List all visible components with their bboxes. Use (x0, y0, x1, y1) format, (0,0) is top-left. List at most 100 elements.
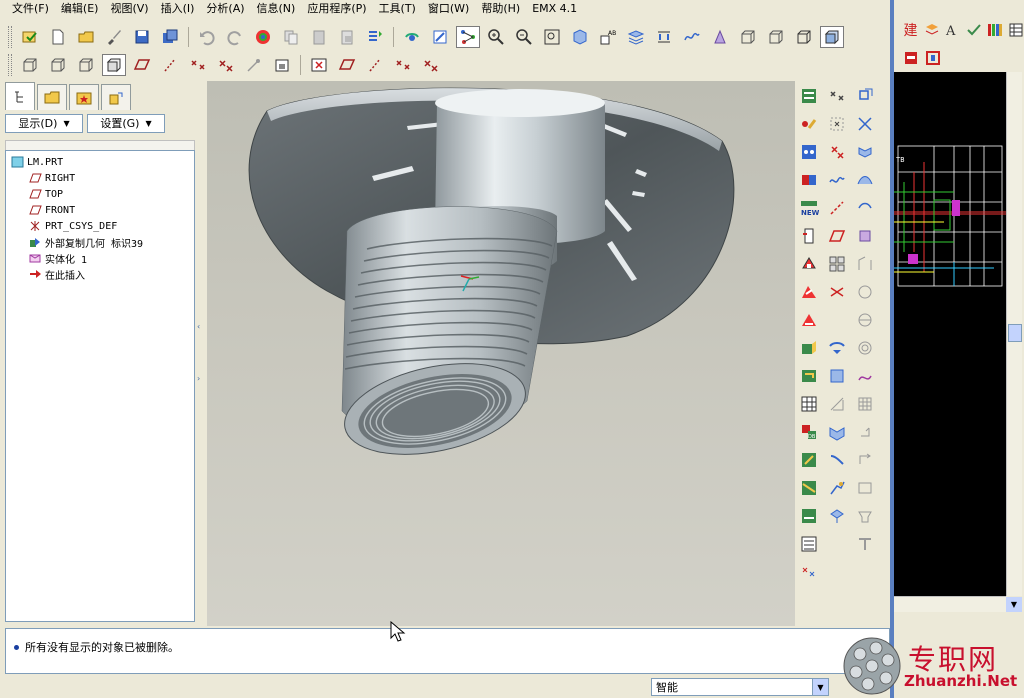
pane-splitter[interactable]: ‹ › (195, 82, 205, 622)
analysis-feature-icon[interactable] (795, 168, 823, 192)
menu-emx[interactable]: EMX 4.1 (526, 1, 583, 17)
zoom-out-icon[interactable] (512, 26, 536, 48)
point-grid-icon[interactable] (823, 112, 851, 136)
csys-on-icon[interactable] (214, 54, 238, 76)
undo-icon[interactable] (195, 26, 219, 48)
save-as-icon[interactable] (158, 26, 182, 48)
toroidal-bend-icon[interactable] (851, 448, 879, 472)
datum-axis-feature-icon[interactable] (851, 112, 879, 136)
save-icon[interactable] (130, 26, 154, 48)
scrollbar-thumb[interactable] (1008, 324, 1022, 342)
refit-icon[interactable] (540, 26, 564, 48)
cube-view-1-icon[interactable] (18, 54, 42, 76)
intersect-icon[interactable] (823, 280, 851, 304)
horizontal-scrollbar[interactable]: ▼ (894, 596, 1022, 612)
variable-section-sweep-icon[interactable] (823, 448, 851, 472)
reorient-icon[interactable] (568, 26, 592, 48)
expand-arrow-icon[interactable]: › (197, 374, 202, 386)
point-feature-icon[interactable] (823, 84, 851, 108)
build-icon[interactable]: 建 (902, 21, 919, 39)
color-palette-icon[interactable] (986, 21, 1003, 39)
hole-feature-icon[interactable] (795, 224, 823, 248)
shading-icon[interactable] (820, 26, 844, 48)
style-icon[interactable] (823, 476, 851, 500)
boundary-blend-icon[interactable] (851, 168, 879, 192)
menu-window[interactable]: 窗口(W) (422, 1, 475, 17)
tree-item-right[interactable]: RIGHT (6, 170, 194, 186)
point-offset-icon[interactable] (823, 140, 851, 164)
thicken-icon[interactable] (823, 336, 851, 360)
cube-view-2-icon[interactable] (46, 54, 70, 76)
blend-feature-icon[interactable] (795, 392, 823, 416)
tab-folder-browser[interactable] (37, 84, 67, 110)
mirror-icon[interactable] (823, 392, 851, 416)
paste-icon[interactable] (307, 26, 331, 48)
spin-center-on-icon[interactable] (270, 54, 294, 76)
menu-applications[interactable]: 应用程序(P) (301, 1, 372, 17)
secondary-drawing-view[interactable]: TB (894, 72, 1006, 596)
no-hidden-icon[interactable] (792, 26, 816, 48)
repaint-icon[interactable] (428, 26, 452, 48)
tree-item-solidify[interactable]: 实体化 1 (6, 250, 194, 266)
menu-file[interactable]: 文件(F) (6, 1, 55, 17)
csys-tool-icon[interactable] (419, 54, 443, 76)
helical-sweep-icon[interactable] (795, 448, 823, 472)
grid-icon[interactable] (851, 392, 879, 416)
vertical-scrollbar[interactable] (1006, 72, 1022, 596)
layers-stack-icon[interactable] (923, 21, 940, 39)
text-style-icon[interactable]: A (944, 21, 961, 39)
swept-blend-icon[interactable]: DB (795, 420, 823, 444)
flatten-quilt-icon[interactable] (851, 504, 879, 528)
chevron-down-icon[interactable]: ▼ (812, 679, 828, 695)
cube-view-4-icon[interactable] (102, 54, 126, 76)
rib-feature-icon[interactable] (795, 308, 823, 332)
cube-view-3-icon[interactable] (74, 54, 98, 76)
red-frame-icon[interactable] (924, 49, 942, 67)
cosmetic-feature-icon[interactable] (795, 476, 823, 500)
view-manager-icon[interactable] (652, 26, 676, 48)
draft-feature-icon[interactable] (795, 280, 823, 304)
tree-item-top[interactable]: TOP (6, 186, 194, 202)
offset-icon[interactable] (851, 336, 879, 360)
table-icon[interactable] (1007, 21, 1024, 39)
relation-icon[interactable] (795, 560, 823, 584)
menu-insert[interactable]: 插入(I) (155, 1, 201, 17)
zoom-in-icon[interactable] (484, 26, 508, 48)
shell-feature-icon[interactable] (795, 252, 823, 276)
sketched-curve-icon[interactable] (823, 196, 851, 220)
tree-item-front[interactable]: FRONT (6, 202, 194, 218)
graphics-viewport[interactable] (207, 81, 795, 626)
sweep-icon[interactable] (851, 140, 879, 164)
wrap-icon[interactable] (851, 364, 879, 388)
pattern-icon[interactable] (823, 252, 851, 276)
red-block-icon[interactable] (902, 49, 920, 67)
replace-icon[interactable] (851, 420, 879, 444)
menu-info[interactable]: 信息(N) (251, 1, 302, 17)
extrude-feature-icon[interactable] (795, 336, 823, 360)
regenerate-icon[interactable] (251, 26, 275, 48)
redo-icon[interactable] (223, 26, 247, 48)
edit-surface-icon[interactable] (823, 504, 851, 528)
collapse-arrow-icon[interactable]: ‹ (197, 322, 202, 334)
spin-center-toggle-icon[interactable] (456, 26, 480, 48)
round-feature-icon[interactable] (795, 112, 823, 136)
lip-feature-icon[interactable] (795, 532, 823, 556)
tab-model-tree[interactable] (5, 82, 35, 110)
ear-feature-icon[interactable] (795, 504, 823, 528)
solidify-feature-icon[interactable] (823, 364, 851, 388)
open-folder-icon[interactable] (74, 26, 98, 48)
curve-icon[interactable] (823, 168, 851, 192)
menu-tools[interactable]: 工具(T) (373, 1, 422, 17)
tree-item-insert-here[interactable]: 在此插入 (6, 266, 194, 282)
menu-view[interactable]: 视图(V) (104, 1, 154, 17)
show-menu-button[interactable]: 显示(D) ▼ (5, 113, 83, 133)
check-edit-icon[interactable] (965, 21, 982, 39)
t-shape-icon[interactable] (851, 532, 879, 556)
new-file-icon[interactable] (46, 26, 70, 48)
datum-plane-feature-icon[interactable] (795, 84, 823, 108)
sketch-feature-icon[interactable] (851, 84, 879, 108)
annotation-on-icon[interactable] (242, 54, 266, 76)
menu-analysis[interactable]: 分析(A) (200, 1, 250, 17)
model-display-icon[interactable] (680, 26, 704, 48)
copy-icon[interactable] (279, 26, 303, 48)
